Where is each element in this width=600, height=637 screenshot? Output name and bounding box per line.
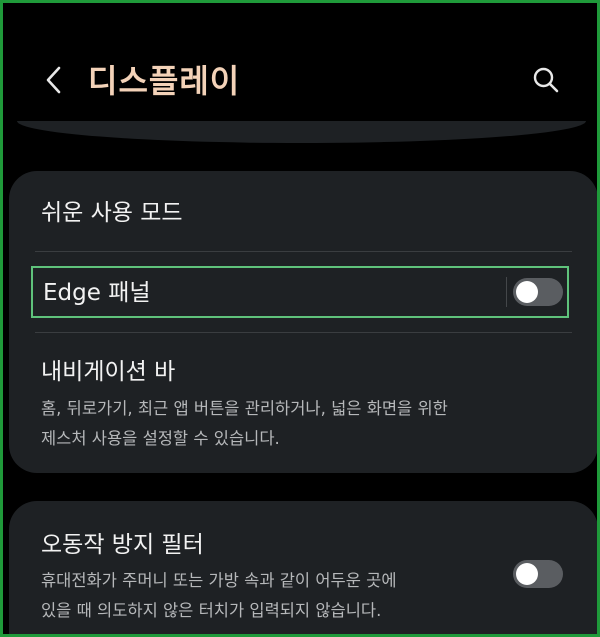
edge-panels-item[interactable]: Edge 패널 <box>31 266 569 318</box>
search-icon <box>533 67 559 93</box>
edge-panels-label: Edge 패널 <box>43 280 151 306</box>
accidental-touch-title[interactable]: 오동작 방지 필터 <box>41 530 204 560</box>
page-title: 디스플레이 <box>88 62 241 100</box>
easy-mode-item[interactable]: 쉬운 사용 모드 <box>41 198 183 228</box>
vertical-separator <box>506 277 507 307</box>
edge-panels-toggle[interactable] <box>513 278 563 306</box>
divider <box>35 251 572 252</box>
navigation-bar-description-line-1: 홈, 뒤로가기, 최근 앱 버튼을 관리하거나, 넓은 화면을 위한 <box>41 399 448 418</box>
divider <box>35 332 572 333</box>
back-button[interactable] <box>36 60 72 100</box>
accidental-touch-description-line-2: 있을 때 의도하지 않은 터치가 입력되지 않습니다. <box>41 601 382 620</box>
accidental-touch-toggle[interactable] <box>513 560 563 588</box>
chevron-left-icon <box>46 66 61 94</box>
navigation-bar-title[interactable]: 내비게이션 바 <box>41 357 175 387</box>
previous-card-bottom <box>17 121 586 143</box>
toggle-knob <box>516 281 538 303</box>
toggle-knob <box>516 563 538 585</box>
navigation-bar-description-line-2: 제스처 사용을 설정할 수 있습니다. <box>41 429 280 448</box>
search-button[interactable] <box>528 62 564 98</box>
settings-card: 쉬운 사용 모드 Edge 패널 내비게이션 바 홈, 뒤로가기, 최근 앱 버… <box>9 171 597 473</box>
settings-card: 오동작 방지 필터 휴대전화가 주머니 또는 가방 속과 같이 어두운 곳에 있… <box>9 501 597 634</box>
screen-frame: 디스플레이 쉬운 사용 모드 Edge 패널 내비게이션 바 홈, 뒤로가기, … <box>0 0 600 637</box>
app-header: 디스플레이 <box>6 6 594 106</box>
accidental-touch-description-line-1: 휴대전화가 주머니 또는 가방 속과 같이 어두운 곳에 <box>41 571 397 590</box>
